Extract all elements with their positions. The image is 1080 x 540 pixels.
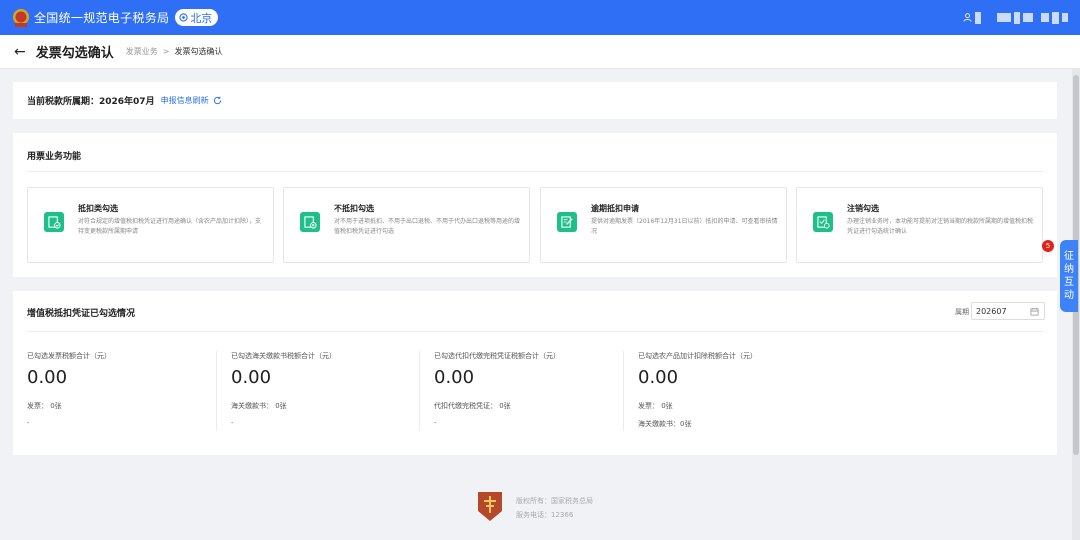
refresh-icon [213, 96, 221, 105]
function-name: 不抵扣勾选 [334, 204, 374, 213]
tax-period-card: 当前税款所属期：2026年07月 申报信息刷新 [13, 82, 1057, 119]
region-label: 北京 [190, 11, 213, 25]
stat-agricultural-deduction: 已勾选农产品加计扣除税额合计（元） 0.00 发票： 0张 海关缴款书：0张 [623, 351, 823, 431]
function-desc: 对符合规定的增值税扣税凭证进行用途确认（含农产品加计扣除），支持变更税款所属期申… [78, 218, 262, 235]
stat-value: 0.00 [638, 367, 679, 388]
function-non-deductible-selection[interactable]: 不抵扣勾选 对不用于进项抵扣、不用于出口退税、不用于代办出口退税等用途的增值税扣… [283, 187, 530, 263]
divider [27, 331, 1043, 332]
stat-dash: - [27, 419, 30, 427]
app-title: 全国统一规范电子税务局 [34, 11, 170, 25]
stat-label: 已勾选发票税额合计（元） [27, 352, 111, 360]
location-icon [179, 13, 188, 22]
top-bar: 全国统一规范电子税务局 北京 [0, 0, 1080, 35]
refresh-label: 申报信息刷新 [160, 96, 209, 105]
tax-emblem-icon [12, 8, 30, 28]
period-select-value: 202607 [976, 306, 1007, 316]
divider [27, 171, 1043, 172]
stat-label: 已勾选农产品加计扣除税额合计（元） [638, 352, 757, 360]
user-icon [963, 13, 972, 22]
stat-count: 发票： 0张 [27, 402, 62, 410]
taxpayer-interaction-tab[interactable]: 征 纳 互 动 [1060, 240, 1078, 312]
tax-period-label: 当前税款所属期：2026年07月 [27, 97, 155, 107]
stat-label: 已勾选海关缴款书税额合计（元） [231, 352, 336, 360]
region-selector[interactable]: 北京 [175, 9, 219, 26]
non-deduct-invoice-icon [300, 212, 320, 232]
notification-badge: 5 [1042, 240, 1054, 252]
section-title: 增值税抵扣凭证已勾选情况 [27, 309, 136, 319]
deregistration-icon [813, 212, 833, 232]
user-name-redacted [1023, 13, 1033, 22]
tax-bureau-logo [478, 492, 502, 521]
function-name: 抵扣类勾选 [78, 204, 118, 213]
side-tab-char: 互 [1064, 277, 1074, 288]
function-desc: 对不用于进项抵扣、不用于出口退税、不用于代办出口退税等用途的增值税扣税凭证进行勾… [334, 218, 521, 235]
user-name-redacted [975, 11, 981, 24]
back-arrow-icon[interactable]: ← [14, 44, 26, 60]
invoice-functions-card: 用票业务功能 抵扣类勾选 对符合规定的增值税扣税凭证进行用途确认（含农产品加计扣… [13, 133, 1057, 277]
breadcrumb-item-current: 发票勾选确认 [174, 47, 223, 56]
stat-count: 海关缴款书： 0张 [231, 402, 287, 410]
function-overdue-deduction-application[interactable]: 逾期抵扣申请 提供对逾期发票（2016年12月31日以前）抵扣的申请、可查看审核… [540, 187, 787, 263]
user-name-redacted [1052, 11, 1059, 24]
stat-value: 0.00 [434, 367, 475, 388]
function-deductible-selection[interactable]: 抵扣类勾选 对符合规定的增值税扣税凭证进行用途确认（含农产品加计扣除），支持变更… [27, 187, 274, 263]
user-name-redacted [997, 13, 1011, 22]
period-select-label: 属期 [955, 308, 969, 316]
function-desc: 办理注销业务时，本功能可提前对注销当期的税款所属期的增值税扣税凭证进行勾选统计确… [847, 218, 1034, 235]
function-desc: 提供对逾期发票（2016年12月31日以前）抵扣的申请、可查看审核情况 [591, 218, 778, 235]
stat-dash: - [231, 419, 234, 427]
side-tab-char: 动 [1064, 290, 1074, 301]
user-name-redacted [1014, 11, 1020, 24]
function-name: 逾期抵扣申请 [591, 204, 639, 213]
stat-value: 0.00 [231, 367, 272, 388]
user-name-redacted [1062, 13, 1068, 22]
side-tab-char: 纳 [1064, 264, 1074, 275]
breadcrumb-item[interactable]: 发票业务 [126, 46, 158, 57]
function-deregistration-selection[interactable]: 注销勾选 办理注销业务时，本功能可提前对注销当期的税款所属期的增值税扣税凭证进行… [796, 187, 1043, 263]
user-menu[interactable] [963, 0, 1068, 35]
period-select[interactable]: 202607 [971, 302, 1045, 320]
stat-withholding-tax: 已勾选代扣代缴完税凭证税额合计（元） 0.00 代扣代缴完税凭证： 0张 - [419, 351, 619, 431]
page-header: ← 发票勾选确认 发票业务 > 发票勾选确认 [0, 35, 1080, 69]
stat-customs-tax: 已勾选海关缴款书税额合计（元） 0.00 海关缴款书： 0张 - [216, 351, 416, 431]
stat-count: 海关缴款书：0张 [638, 420, 692, 428]
section-title: 用票业务功能 [27, 152, 82, 162]
function-name: 注销勾选 [847, 204, 879, 213]
breadcrumb-separator: > [162, 47, 170, 56]
stat-count: 代扣代缴完税凭证： 0张 [434, 402, 511, 410]
stat-invoice-tax: 已勾选发票税额合计（元） 0.00 发票： 0张 - [27, 351, 227, 431]
page-title: 发票勾选确认 [35, 46, 114, 61]
user-name-redacted [1041, 13, 1049, 22]
stat-count: 发票： 0张 [638, 402, 673, 410]
deduct-invoice-icon [44, 212, 64, 232]
vat-selection-stats-card: 增值税抵扣凭证已勾选情况 属期 202607 已勾选发票税额合计（元） 0.00… [13, 291, 1057, 455]
calendar-icon [1030, 307, 1039, 316]
stat-dash: - [434, 419, 437, 427]
overdue-application-icon [557, 212, 577, 232]
stat-label: 已勾选代扣代缴完税凭证税额合计（元） [434, 352, 560, 360]
stat-value: 0.00 [27, 367, 68, 388]
side-tab-char: 征 [1064, 251, 1074, 262]
footer-phone: 服务电话：12366 [516, 511, 574, 519]
footer-copyright: 版权所有：国家税务总局 [516, 497, 593, 505]
refresh-declaration-link[interactable]: 申报信息刷新 [161, 95, 222, 106]
